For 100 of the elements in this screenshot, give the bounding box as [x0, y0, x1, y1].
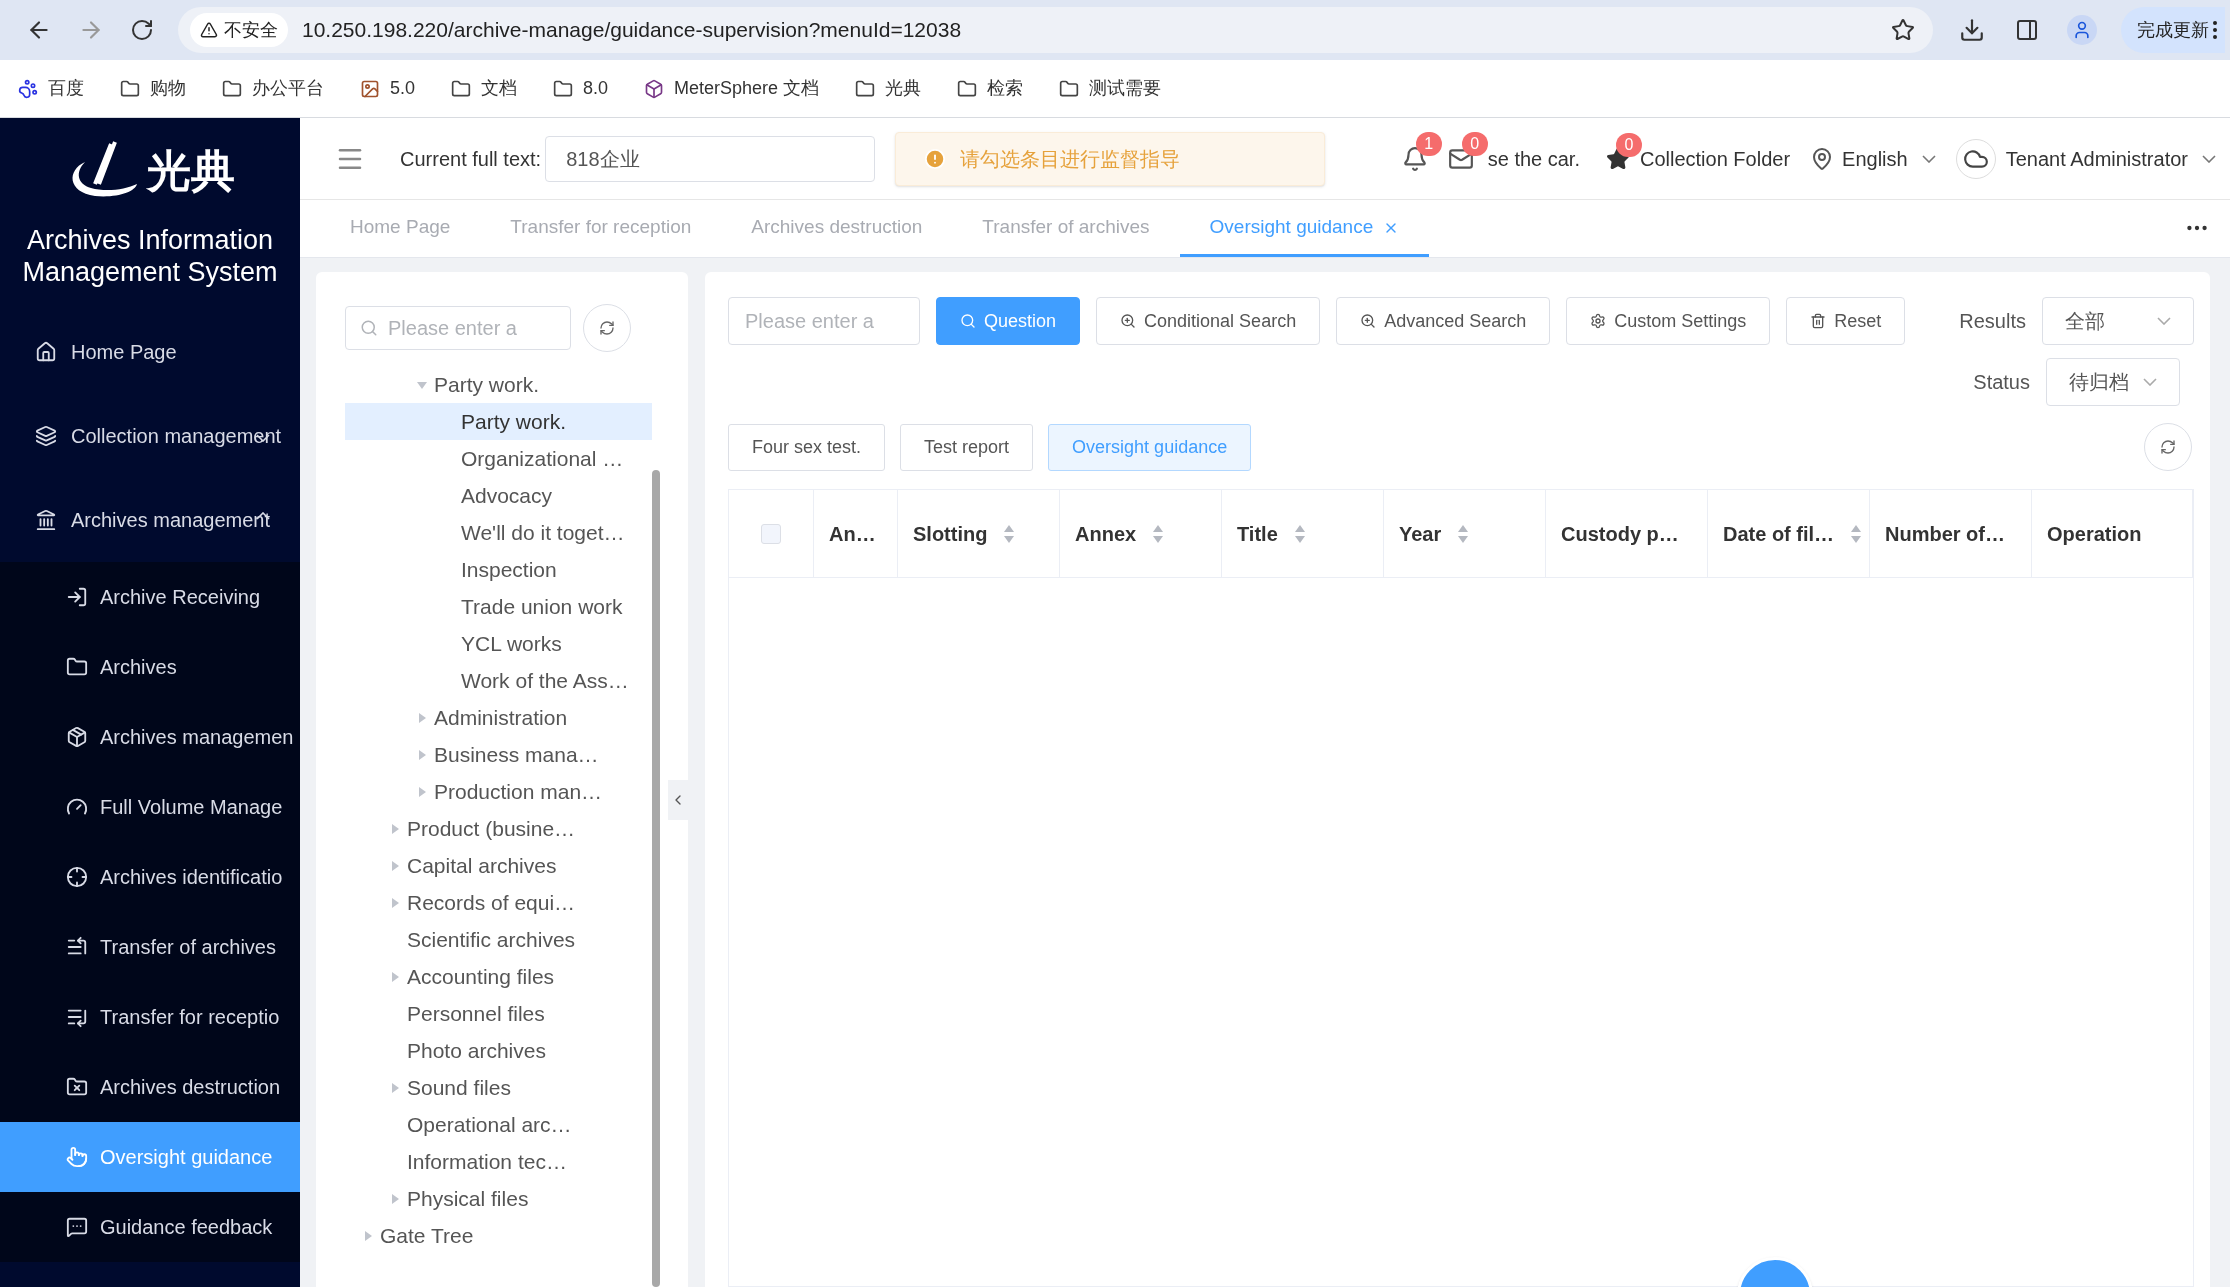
sidebar-menu-item[interactable]: Archive Receiving — [0, 562, 300, 632]
sort-icon[interactable] — [1003, 523, 1016, 544]
toolbar-button[interactable]: Custom Settings — [1566, 297, 1771, 345]
trash-icon — [1810, 313, 1827, 329]
tree-item[interactable]: Production man… — [345, 773, 652, 810]
header-link[interactable]: se the car. — [1487, 143, 1580, 174]
tree-item[interactable]: Work of the Ass… — [345, 662, 652, 699]
sidebar-menu-item[interactable]: Guidance feedback — [0, 1192, 300, 1262]
sidebar-menu-item[interactable]: Full Volume Manage — [0, 772, 300, 842]
sidebar-menu-item[interactable]: Archives identificatio — [0, 842, 300, 912]
category-button[interactable]: Four sex test. — [728, 423, 886, 471]
sidebar-menu-item[interactable]: Transfer of archives — [0, 912, 300, 982]
tree-item[interactable]: Gate Tree — [345, 1217, 652, 1254]
sidebar-menu-item[interactable]: Archives managemen — [0, 702, 300, 772]
caret-icon[interactable] — [389, 859, 401, 872]
sort-icon[interactable] — [1152, 523, 1165, 544]
security-chip[interactable]: 不安全 — [190, 13, 288, 47]
tree-item[interactable]: Trade union work — [345, 588, 652, 625]
search-label: Current full text: — [400, 146, 542, 172]
tree-item[interactable]: Product (busine… — [345, 810, 652, 847]
tree-item[interactable]: Business mana… — [345, 736, 652, 773]
reload-icon[interactable] — [130, 18, 154, 42]
system-title: Archives Information Management System — [21, 224, 279, 288]
caret-icon[interactable] — [389, 822, 401, 835]
sort-icon[interactable] — [1293, 523, 1306, 544]
sidebar-menu-item[interactable]: Archives destruction — [0, 1052, 300, 1122]
tree-item[interactable]: Administration — [345, 699, 652, 736]
address-bar[interactable]: 不安全 10.250.198.220/archive-manage/guidance-supervision?menuId=12038 — [178, 7, 1933, 53]
star-icon[interactable] — [1891, 18, 1915, 42]
tree-item[interactable]: Party work. — [345, 403, 652, 440]
status-select[interactable]: 待归档 — [2046, 358, 2180, 406]
toolbar-button[interactable]: Reset — [1786, 297, 1906, 345]
tree-item[interactable]: Organizational … — [345, 440, 652, 477]
sidebar-menu-item[interactable]: Archives management — [0, 478, 300, 562]
tree-item[interactable]: Photo archives — [345, 1032, 652, 1069]
bookmark[interactable]: 文档 — [451, 75, 518, 102]
side-panel-icon[interactable] — [2015, 18, 2039, 42]
toolbar-button[interactable]: Conditional Search — [1096, 297, 1321, 345]
home-icon — [35, 341, 57, 363]
toast-message: 请勾选条目进行监督指导 — [960, 147, 1180, 172]
bookmark[interactable]: 百度 — [18, 75, 84, 102]
collection-folder-link[interactable]: Collection Folder — [1640, 143, 1791, 174]
tree-item[interactable]: Sound files — [345, 1069, 652, 1106]
sidebar-menu-item[interactable]: Collection management — [0, 394, 300, 478]
tree-item[interactable]: Records of equi… — [345, 884, 652, 921]
update-button[interactable]: 完成更新 — [2121, 7, 2225, 53]
tree-item[interactable]: YCL works — [345, 625, 652, 662]
full-text-search-field[interactable]: 818企业 — [545, 135, 876, 182]
crosshair-icon — [66, 866, 88, 888]
tree-item[interactable]: Operational arc… — [345, 1106, 652, 1143]
caret-icon[interactable] — [389, 1081, 401, 1094]
tree-item[interactable]: Advocacy — [345, 477, 652, 514]
bookmark[interactable]: 8.0 — [553, 75, 609, 102]
sidebar-menu-item[interactable]: Home Page — [0, 310, 300, 394]
column-header[interactable]: Date of fil… — [1723, 518, 1835, 549]
caret-icon[interactable] — [416, 748, 428, 761]
bookmark[interactable]: 购物 — [120, 75, 186, 102]
scrollbar-thumb[interactable] — [652, 470, 660, 1287]
tree-item[interactable]: We'll do it toget… — [345, 514, 652, 551]
caret-icon[interactable] — [389, 896, 401, 909]
profile-avatar[interactable] — [2067, 15, 2097, 45]
folder-icon — [120, 78, 140, 99]
category-button[interactable]: Test report — [900, 423, 1034, 471]
search-icon — [960, 313, 976, 329]
collapse-handle[interactable] — [668, 780, 688, 820]
tree-item[interactable]: Information tec… — [345, 1143, 652, 1180]
column-header[interactable]: Title — [1237, 518, 1278, 549]
bookmark[interactable]: 光典 — [855, 75, 922, 102]
bookmark[interactable]: 测试需要 — [1059, 75, 1162, 102]
tree-item[interactable]: Scientific archives — [345, 921, 652, 958]
column-header[interactable]: Slotting — [913, 518, 988, 549]
bookmark[interactable]: 办公平台 — [222, 75, 324, 102]
user-menu[interactable]: Tenant Administrator — [1955, 138, 2216, 179]
tree-item[interactable]: Party work. — [345, 366, 652, 403]
toolbar-button[interactable]: Advanced Search — [1336, 297, 1551, 345]
caret-icon[interactable] — [416, 711, 428, 724]
sort-icon[interactable] — [1850, 523, 1863, 544]
tree-item[interactable]: Accounting files — [345, 958, 652, 995]
bank-icon — [35, 509, 57, 531]
zoom-in-icon — [1360, 313, 1377, 329]
caret-icon[interactable] — [362, 1229, 374, 1242]
sidebar-menu-item[interactable]: Archives — [0, 632, 300, 702]
column-header[interactable]: Year — [1399, 518, 1442, 549]
bookmark[interactable]: MeterSphere 文档 — [644, 75, 820, 102]
language-selector[interactable]: English — [1810, 143, 1936, 174]
sidebar-menu-item[interactable]: Transfer for receptio — [0, 982, 300, 1052]
bookmark[interactable]: 5.0 — [360, 75, 416, 102]
select-all-checkbox[interactable] — [761, 523, 781, 544]
caret-icon[interactable] — [389, 1192, 401, 1205]
column-header[interactable]: Annex — [1075, 518, 1137, 549]
caret-icon[interactable] — [416, 785, 428, 798]
tree-item[interactable]: Physical files — [345, 1180, 652, 1217]
tree-item[interactable]: Inspection — [345, 551, 652, 588]
tree-item[interactable]: Capital archives — [345, 847, 652, 884]
tree-item[interactable]: Personnel files — [345, 995, 652, 1032]
sort-icon[interactable] — [1457, 523, 1470, 544]
download-icon[interactable] — [1959, 17, 1985, 43]
results-select[interactable]: 全部 — [2042, 297, 2194, 345]
caret-icon[interactable] — [389, 970, 401, 983]
bookmark[interactable]: 检索 — [957, 75, 1024, 102]
